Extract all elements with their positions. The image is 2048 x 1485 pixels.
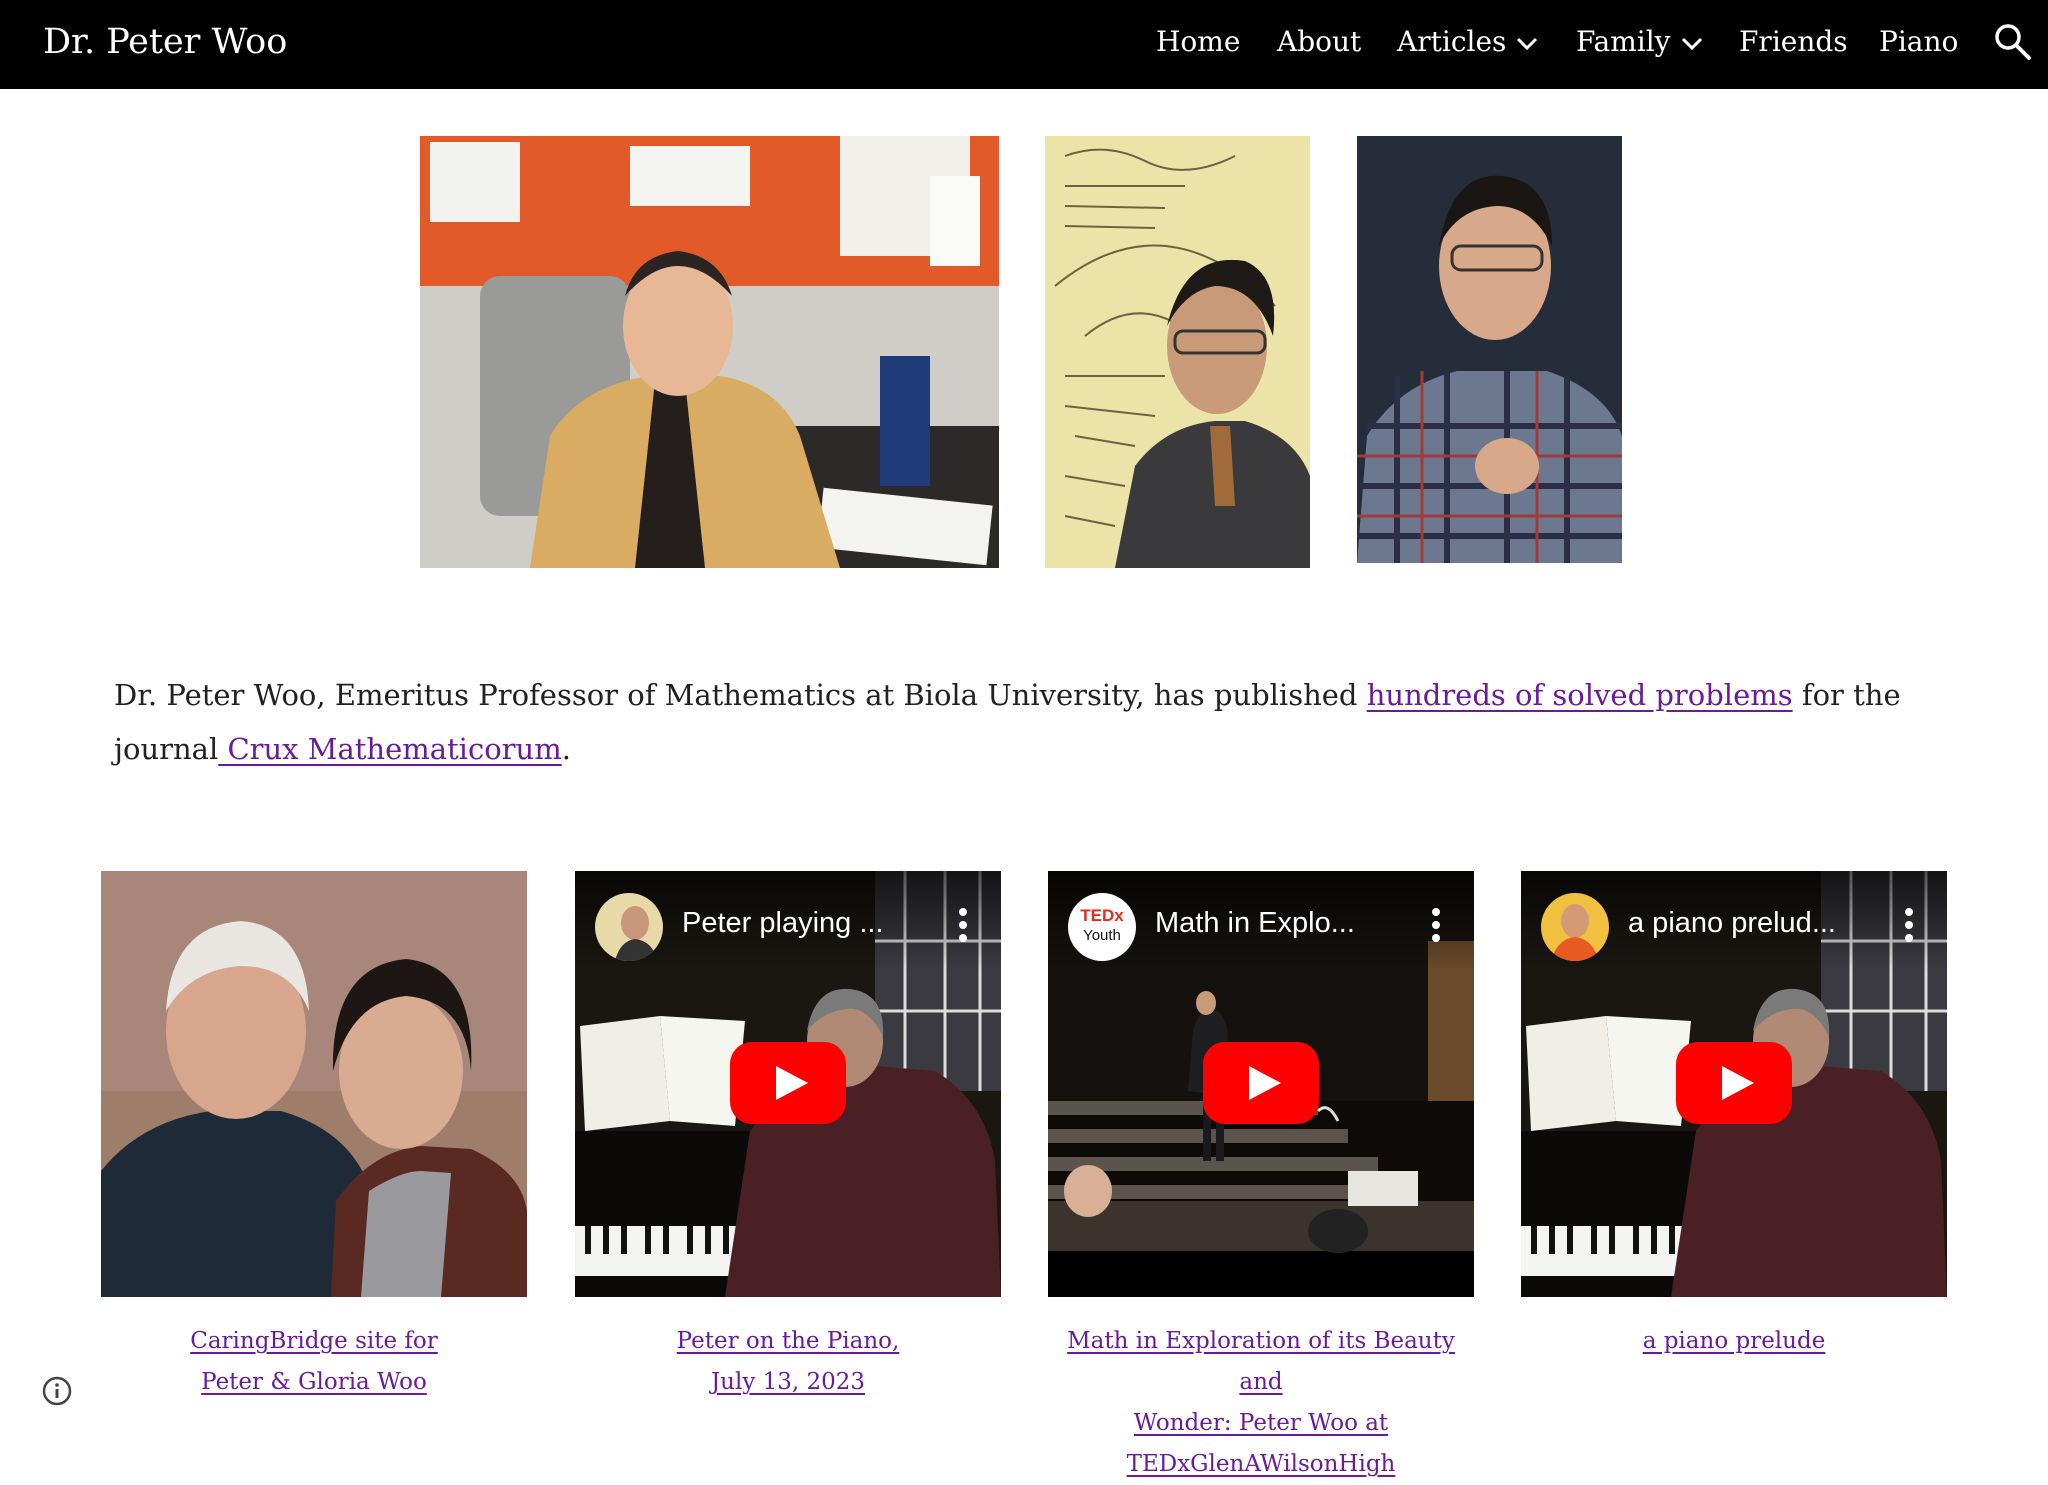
caption-line: a piano prelude [1642, 1328, 1826, 1354]
caption-line: Wonder: Peter Woo at [1133, 1410, 1389, 1436]
video-title[interactable]: a piano prelud... [1628, 895, 1888, 951]
channel-avatar[interactable] [1541, 893, 1609, 961]
card-caption: Peter on the Piano, July 13, 2023 [575, 1321, 1001, 1403]
tedx-talk-link[interactable]: Math in Exploration of its Beauty and Won… [1067, 1328, 1455, 1477]
main-nav: Home About Articles Family Friends Piano [0, 0, 2048, 84]
card-video-tedx: TEDx Youth Math in Explo... Math in Expl… [1048, 871, 1474, 1485]
play-icon[interactable] [1203, 1042, 1319, 1124]
card-video-piano-2023: Peter playing ... Peter on the Piano, Jul… [575, 871, 1001, 1403]
intro-paragraph: Dr. Peter Woo, Emeritus Professor of Mat… [114, 668, 1934, 776]
piano-prelude-link[interactable]: a piano prelude [1643, 1328, 1826, 1354]
youth-badge-label: Youth [1083, 927, 1121, 944]
card-video-prelude: a piano prelud... a piano prelude [1521, 871, 1947, 1362]
card-caption: Math in Exploration of its Beauty and Won… [1048, 1321, 1474, 1485]
nav-articles-label: Articles [1397, 25, 1507, 58]
chevron-down-icon [1681, 0, 1703, 84]
intro-text: Dr. Peter Woo, Emeritus Professor of Mat… [114, 678, 1367, 712]
video-embed[interactable]: a piano prelud... [1521, 871, 1947, 1297]
intro-text-end: . [561, 732, 571, 766]
channel-avatar[interactable] [595, 893, 663, 961]
nav-home[interactable]: Home [1156, 0, 1240, 84]
card-caringbridge: CaringBridge site for Peter & Gloria Woo [101, 871, 527, 1403]
caption-line: July 13, 2023 [710, 1369, 866, 1395]
photo-lecturing-portrait [1357, 136, 1622, 563]
chevron-down-icon [1516, 0, 1538, 84]
card-caption: a piano prelude [1521, 1321, 1947, 1362]
caption-line: Peter & Gloria Woo [201, 1369, 427, 1395]
nav-piano[interactable]: Piano [1879, 0, 1958, 84]
solved-problems-link[interactable]: hundreds of solved problems [1367, 678, 1793, 712]
more-vert-icon[interactable] [1426, 907, 1446, 943]
video-title[interactable]: Math in Explo... [1155, 895, 1415, 951]
caringbridge-link[interactable]: CaringBridge site for Peter & Gloria Woo [190, 1328, 438, 1395]
more-vert-icon[interactable] [953, 907, 973, 943]
caption-line: Math in Exploration of its Beauty and [1067, 1328, 1455, 1395]
video-embed[interactable]: Peter playing ... [575, 871, 1001, 1297]
caption-line: TEDxGlenAWilsonHigh [1126, 1451, 1396, 1477]
peter-on-piano-link[interactable]: Peter on the Piano, July 13, 2023 [677, 1328, 900, 1395]
info-icon[interactable] [42, 1376, 72, 1406]
video-title[interactable]: Peter playing ... [682, 895, 942, 951]
caption-line: Peter on the Piano, [676, 1328, 900, 1354]
play-icon[interactable] [730, 1042, 846, 1124]
card-caption: CaringBridge site for Peter & Gloria Woo [101, 1321, 527, 1403]
photo-equations-portrait [1045, 136, 1310, 568]
couple-photo[interactable] [101, 871, 527, 1297]
photo-office-portrait [420, 136, 999, 568]
nav-articles[interactable]: Articles [1397, 0, 1538, 84]
nav-family[interactable]: Family [1576, 0, 1703, 84]
search-icon[interactable] [1993, 22, 2033, 62]
tedx-badge-label: TEDx [1080, 906, 1124, 925]
nav-friends[interactable]: Friends [1739, 0, 1848, 84]
more-vert-icon[interactable] [1899, 907, 1919, 943]
nav-family-label: Family [1576, 25, 1671, 58]
video-embed[interactable]: TEDx Youth Math in Explo... [1048, 871, 1474, 1297]
crux-mathematicorum-link[interactable]: Crux Mathematicorum [218, 732, 561, 766]
channel-avatar-tedx-youth[interactable]: TEDx Youth [1068, 893, 1136, 961]
nav-about[interactable]: About [1277, 0, 1361, 84]
caption-line: CaringBridge site for [190, 1328, 438, 1354]
site-header: Dr. Peter Woo Home About Articles Family… [0, 0, 2048, 89]
play-icon[interactable] [1676, 1042, 1792, 1124]
